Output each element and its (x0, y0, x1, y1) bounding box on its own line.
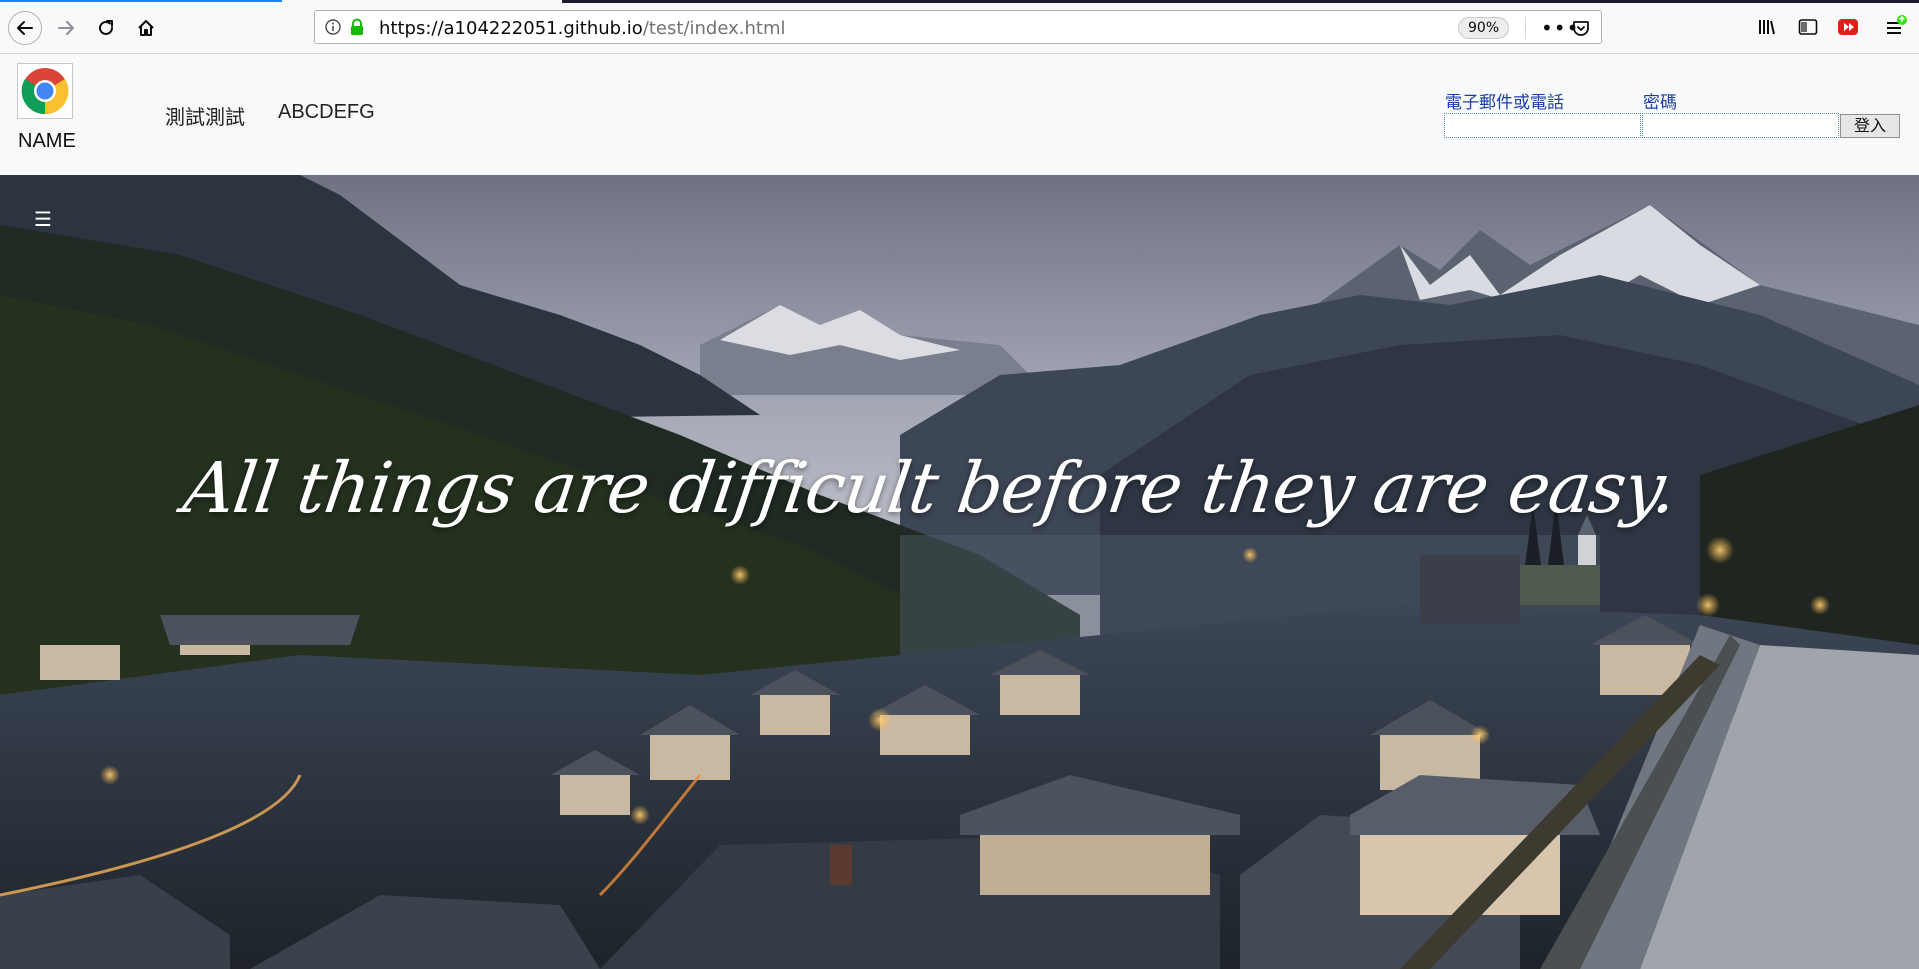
hamburger-menu-icon[interactable]: ☰ (34, 209, 52, 229)
forward-icon (58, 21, 74, 35)
hero-banner: ☰ All things are difficult before they a… (0, 175, 1919, 969)
login-button[interactable]: 登入 (1840, 114, 1900, 138)
back-button[interactable] (8, 11, 42, 45)
home-icon (138, 20, 154, 36)
site-header: NAME 測試測試 ABCDEFG 電子郵件或電話 密碼 登入 (0, 54, 1919, 175)
nav-link-1[interactable]: ABCDEFG (278, 101, 375, 124)
chrome-logo-icon (21, 68, 69, 115)
active-tab-indicator (0, 0, 282, 2)
zoom-indicator[interactable]: 90% (1458, 17, 1510, 39)
email-field[interactable] (1444, 113, 1641, 138)
extension-button[interactable] (1836, 15, 1860, 39)
tab-strip (562, 0, 1919, 3)
library-icon (1759, 20, 1775, 35)
brand-name[interactable]: NAME (18, 130, 76, 153)
info-icon[interactable] (325, 19, 341, 35)
reload-icon (99, 20, 113, 35)
extension-icon (1838, 19, 1858, 35)
library-button[interactable] (1756, 15, 1780, 39)
logo[interactable] (17, 63, 73, 119)
browser-toolbar: https://a104222051.github.io/test/index.… (0, 0, 1919, 54)
urlbar-divider (1525, 17, 1526, 39)
back-icon (17, 21, 33, 35)
sidebar-button[interactable] (1796, 15, 1820, 39)
menu-button[interactable] (1884, 15, 1908, 39)
reload-button[interactable] (90, 12, 122, 44)
password-label: 密碼 (1643, 93, 1677, 113)
url-path: /test/index.html (642, 18, 786, 39)
url-text[interactable]: https://a104222051.github.io/test/index.… (379, 18, 785, 39)
mountain-village-image (0, 175, 1919, 969)
menu-icon (1887, 15, 1907, 34)
url-host: https://a104222051.github.io (379, 18, 643, 39)
lock-icon[interactable] (349, 18, 365, 36)
pocket-icon[interactable] (1571, 18, 1591, 38)
url-bar[interactable]: https://a104222051.github.io/test/index.… (314, 10, 1602, 44)
sidebar-icon (1798, 19, 1818, 35)
nav-link-0[interactable]: 測試測試 (165, 101, 245, 130)
home-button[interactable] (130, 12, 162, 44)
hero-quote: All things are difficult before they are… (178, 447, 1682, 529)
forward-button[interactable] (50, 12, 82, 44)
email-label: 電子郵件或電話 (1445, 93, 1564, 113)
password-field[interactable] (1642, 113, 1839, 138)
